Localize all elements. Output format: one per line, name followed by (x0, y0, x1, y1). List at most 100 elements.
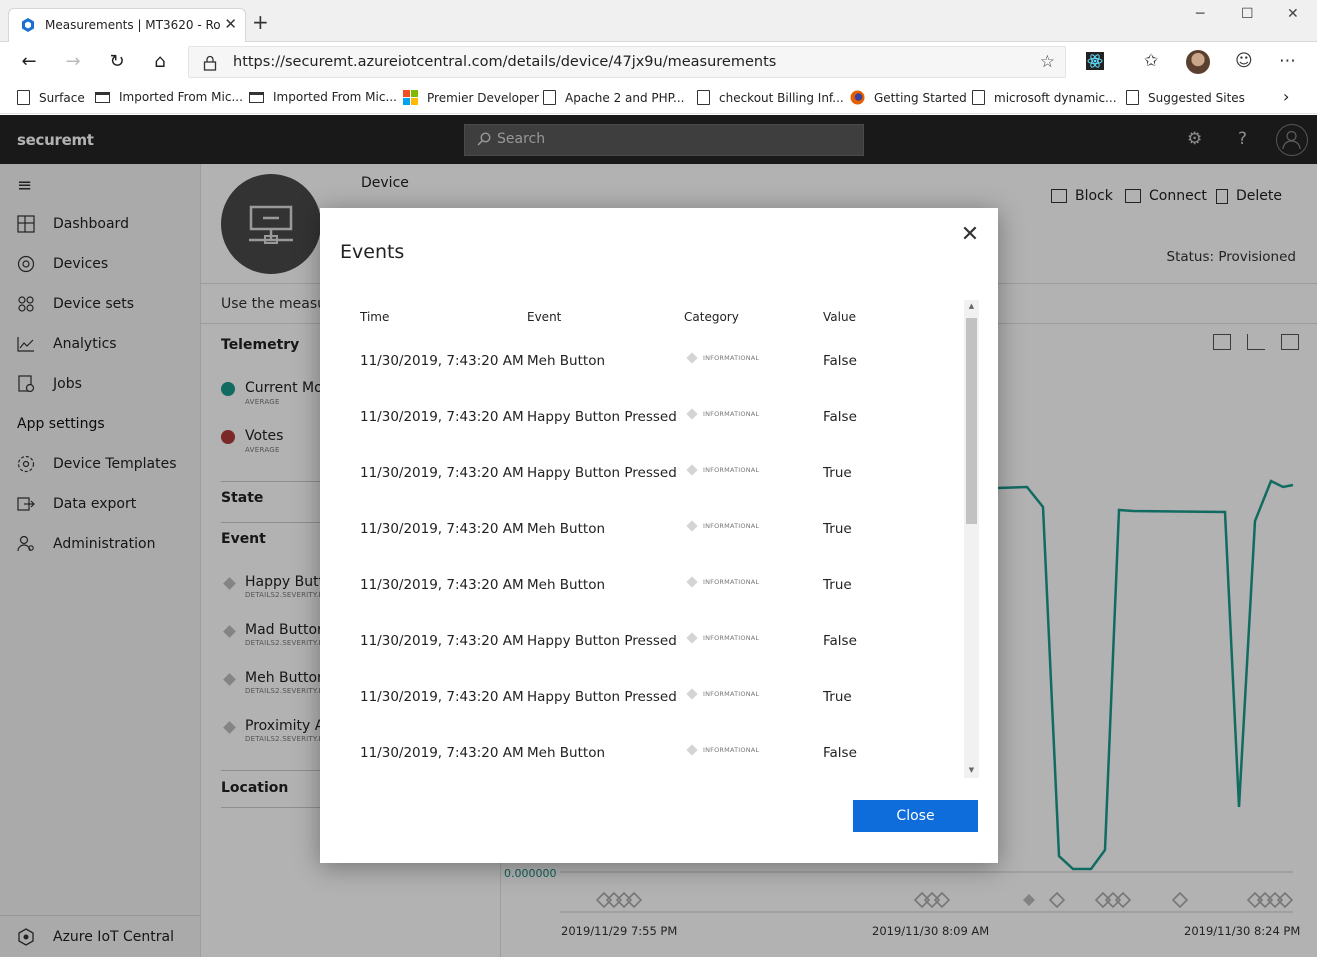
favorite-label: Premier Developer (427, 90, 539, 105)
category-diamond-icon (686, 464, 698, 476)
browser-profile-avatar[interactable] (1186, 50, 1210, 74)
favorite-surface[interactable]: Surface (17, 90, 85, 105)
category-diamond-icon (686, 576, 698, 588)
category-diamond-icon (686, 688, 698, 700)
table-row[interactable]: 11/30/2019, 7:43:20 AM Meh Button INFORM… (340, 352, 960, 409)
address-toolbar: ← → ↻ ⌂ https://securemt.azureiotcentral… (0, 42, 1317, 82)
cell-event: Happy Button Pressed (527, 465, 677, 481)
category-label: INFORMATIONAL (703, 466, 760, 474)
column-header-value[interactable]: Value (823, 310, 856, 324)
cell-category: INFORMATIONAL (686, 632, 760, 644)
cell-time: 11/30/2019, 7:43:20 AM (360, 689, 524, 705)
category-diamond-icon (686, 744, 698, 756)
window-close-icon[interactable]: ✕ (1287, 6, 1299, 22)
table-row[interactable]: 11/30/2019, 7:43:20 AM Happy Button Pres… (340, 408, 960, 465)
scroll-up-arrow-icon[interactable]: ▲ (966, 302, 977, 310)
table-row[interactable]: 11/30/2019, 7:43:20 AM Meh Button INFORM… (340, 744, 960, 778)
page-icon (697, 90, 710, 105)
category-label: INFORMATIONAL (703, 634, 760, 642)
cell-value: True (823, 521, 852, 537)
page-icon (972, 90, 985, 105)
cell-event: Meh Button (527, 353, 606, 369)
browser-tab-strip: Measurements | MT3620 - Robot ✕ + ─ ☐ ✕ (0, 0, 1317, 42)
cell-value: False (823, 633, 857, 649)
favorite-apache[interactable]: Apache 2 and PHP... (543, 90, 685, 105)
forward-icon[interactable]: → (61, 51, 85, 73)
cell-value: True (823, 465, 852, 481)
iot-central-favicon-icon (22, 18, 34, 32)
cell-category: INFORMATIONAL (686, 408, 760, 420)
cell-event: Meh Button (527, 745, 606, 761)
favorite-checkout-billing[interactable]: checkout Billing Inf... (697, 90, 844, 105)
favorites-bar: Surface Imported From Mic... Imported Fr… (0, 82, 1317, 114)
favorites-overflow-chevron-icon[interactable]: › (1283, 87, 1289, 106)
favorite-label: microsoft dynamic... (994, 90, 1117, 105)
category-label: INFORMATIONAL (703, 410, 760, 418)
cell-event: Happy Button Pressed (527, 689, 677, 705)
category-label: INFORMATIONAL (703, 690, 760, 698)
cell-event: Meh Button (527, 521, 606, 537)
minimize-icon[interactable]: ─ (1196, 6, 1204, 22)
address-bar[interactable]: https://securemt.azureiotcentral.com/det… (188, 46, 1066, 78)
cell-value: False (823, 409, 857, 425)
column-header-time[interactable]: Time (360, 310, 389, 324)
cell-time: 11/30/2019, 7:43:20 AM (360, 745, 524, 761)
scrollbar-thumb[interactable] (966, 318, 977, 524)
favorite-star-icon[interactable]: ☆ (1040, 52, 1055, 72)
favorite-imported-1[interactable]: Imported From Mic... (95, 90, 243, 104)
react-devtools-icon[interactable] (1086, 52, 1104, 70)
favorite-imported-2[interactable]: Imported From Mic... (249, 90, 397, 104)
table-row[interactable]: 11/30/2019, 7:43:20 AM Happy Button Pres… (340, 464, 960, 521)
favorite-label: Imported From Mic... (119, 90, 243, 104)
table-row[interactable]: 11/30/2019, 7:43:20 AM Happy Button Pres… (340, 632, 960, 689)
refresh-icon[interactable]: ↻ (105, 51, 129, 73)
cell-value: False (823, 353, 857, 369)
dialog-close-icon[interactable]: ✕ (958, 224, 982, 248)
back-icon[interactable]: ← (17, 51, 41, 73)
url-text: https://securemt.azureiotcentral.com/det… (233, 54, 777, 70)
cell-value: True (823, 577, 852, 593)
cell-time: 11/30/2019, 7:43:20 AM (360, 577, 524, 593)
close-button[interactable]: Close (853, 800, 978, 832)
favorite-premier-developer[interactable]: Premier Developer (403, 90, 539, 105)
home-icon[interactable]: ⌂ (148, 51, 172, 73)
dialog-title: Events (340, 241, 405, 263)
cell-category: INFORMATIONAL (686, 576, 760, 588)
cell-event: Happy Button Pressed (527, 633, 677, 649)
more-menu-icon[interactable]: ⋯ (1279, 51, 1296, 71)
favorites-hub-icon[interactable]: ✩ (1144, 51, 1158, 71)
new-tab-icon[interactable]: + (252, 12, 269, 32)
cell-time: 11/30/2019, 7:43:20 AM (360, 633, 524, 649)
browser-tab[interactable]: Measurements | MT3620 - Robot ✕ (8, 8, 246, 42)
column-header-category[interactable]: Category (684, 310, 739, 324)
lock-icon (203, 55, 217, 71)
scroll-down-arrow-icon[interactable]: ▼ (966, 766, 977, 774)
cell-category: INFORMATIONAL (686, 744, 760, 756)
favorite-label: checkout Billing Inf... (719, 90, 844, 105)
feedback-smiley-icon[interactable]: ☺ (1235, 51, 1253, 71)
cell-time: 11/30/2019, 7:43:20 AM (360, 521, 524, 537)
cell-event: Meh Button (527, 577, 606, 593)
cell-value: False (823, 745, 857, 761)
firefox-icon (850, 90, 865, 105)
table-row[interactable]: 11/30/2019, 7:43:20 AM Happy Button Pres… (340, 688, 960, 745)
favorite-suggested-sites[interactable]: Suggested Sites (1126, 90, 1245, 105)
tab-close-icon[interactable]: ✕ (224, 15, 237, 33)
table-row[interactable]: 11/30/2019, 7:43:20 AM Meh Button INFORM… (340, 520, 960, 577)
favorite-label: Getting Started (874, 90, 967, 105)
favorite-getting-started[interactable]: Getting Started (850, 90, 967, 105)
category-label: INFORMATIONAL (703, 746, 760, 754)
cell-time: 11/30/2019, 7:43:20 AM (360, 409, 524, 425)
cell-time: 11/30/2019, 7:43:20 AM (360, 465, 524, 481)
page-icon (1126, 90, 1139, 105)
table-row[interactable]: 11/30/2019, 7:43:20 AM Meh Button INFORM… (340, 576, 960, 633)
maximize-icon[interactable]: ☐ (1241, 6, 1254, 22)
category-diamond-icon (686, 408, 698, 420)
cell-category: INFORMATIONAL (686, 464, 760, 476)
column-header-event[interactable]: Event (527, 310, 561, 324)
category-diamond-icon (686, 352, 698, 364)
category-label: INFORMATIONAL (703, 578, 760, 586)
events-dialog: Events ✕ Time Event Category Value 11/30… (320, 208, 998, 863)
favorite-microsoft-dynamics[interactable]: microsoft dynamic... (972, 90, 1117, 105)
page-icon (17, 90, 30, 105)
